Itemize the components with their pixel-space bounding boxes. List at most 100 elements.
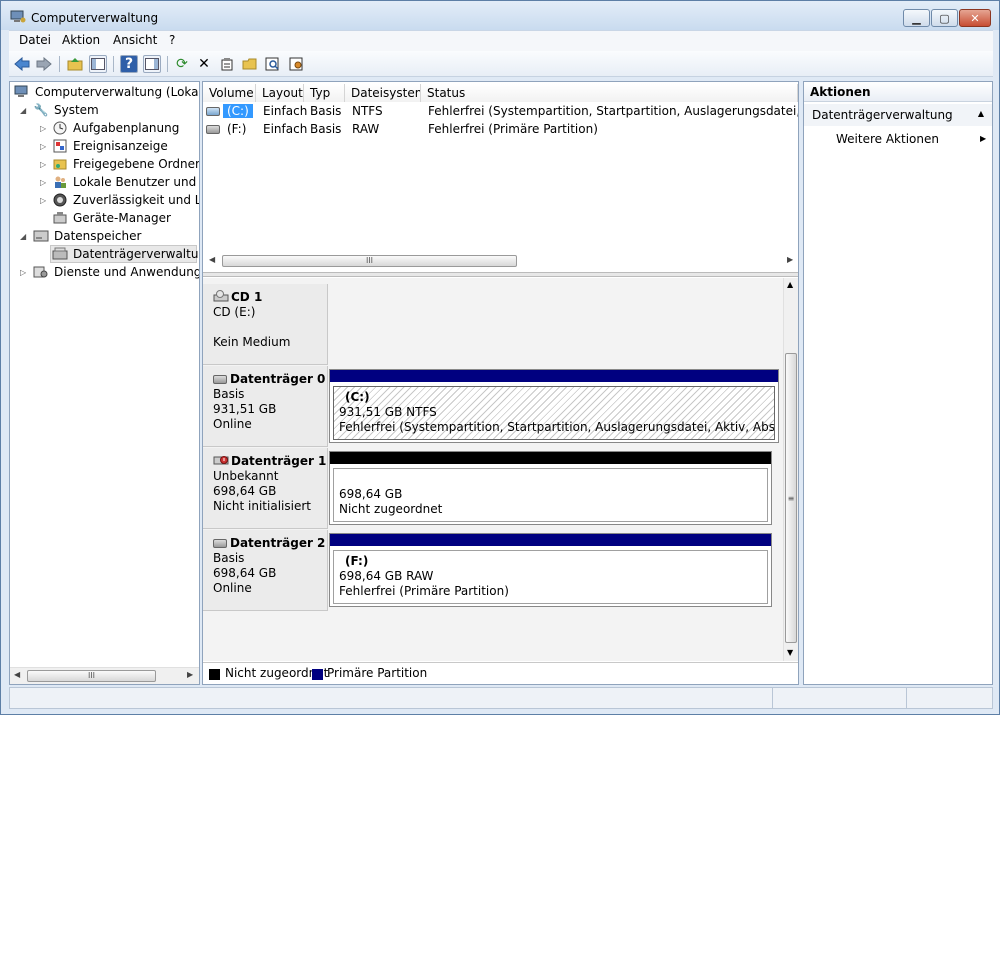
- tree-item-lokale-benutzer[interactable]: ▷ Lokale Benutzer und Gru: [10, 173, 199, 191]
- collapsed-triangle-icon[interactable]: ▷: [40, 142, 48, 151]
- actions-section-label: Datenträgerverwaltung: [812, 108, 953, 122]
- primary-partition-bar: [330, 370, 778, 382]
- tree-item-datentraegerverwaltung[interactable]: Datenträgerverwaltung: [50, 245, 199, 263]
- disk-info-cd1[interactable]: CD 1 CD (E:) Kein Medium: [203, 284, 328, 365]
- tree-item-geraete-manager[interactable]: Geräte-Manager: [10, 209, 199, 227]
- volume-fs: NTFS: [352, 104, 383, 118]
- scrollbar-thumb[interactable]: III: [222, 255, 517, 267]
- disk-view-vertical-scrollbar[interactable]: ▲ ≡ ▼: [783, 278, 798, 661]
- help-icon[interactable]: ?: [120, 55, 138, 73]
- volume-row[interactable]: (C:) Einfach Basis NTFS Fehlerfrei (Syst…: [203, 102, 798, 120]
- column-header-status[interactable]: Status: [421, 84, 798, 102]
- close-button[interactable]: ✕: [959, 9, 991, 27]
- toolbar-separator: [113, 56, 114, 72]
- up-folder-icon[interactable]: [66, 55, 84, 73]
- device-manager-icon: [52, 210, 68, 226]
- delete-icon[interactable]: ✕: [195, 55, 213, 73]
- search-icon[interactable]: [264, 55, 282, 73]
- volume-typ: Basis: [310, 104, 342, 118]
- disk-info-1[interactable]: Datenträger 1 Unbekannt 698,64 GB Nicht …: [203, 448, 328, 529]
- maximize-button[interactable]: ▢: [931, 9, 958, 27]
- unallocated-partition-bar: [330, 452, 771, 464]
- tree-item-label: Zuverlässigkeit und Leis: [73, 193, 199, 207]
- open-icon[interactable]: [241, 55, 259, 73]
- partition-status: Nicht zugeordnet: [339, 502, 443, 516]
- computer-management-icon: [10, 10, 26, 24]
- menu-datei[interactable]: Datei: [19, 33, 51, 47]
- tree-item-aufgabenplanung[interactable]: ▷ Aufgabenplanung: [10, 119, 199, 137]
- disk-error-icon: [213, 454, 229, 470]
- partition-size: 931,51 GB NTFS: [339, 405, 437, 419]
- title-bar[interactable]: Computerverwaltung ▁ ▢ ✕: [1, 1, 999, 30]
- toolbar-separator: [167, 56, 168, 72]
- tree-item-computerverwaltung[interactable]: Computerverwaltung (Lokal): [10, 83, 199, 101]
- partition-f[interactable]: (F:) 698,64 GB RAW Fehlerfrei (Primäre P…: [329, 533, 772, 607]
- collapsed-triangle-icon[interactable]: ▷: [40, 196, 48, 205]
- menu-help[interactable]: ?: [169, 33, 175, 47]
- legend-swatch-primary: [312, 669, 323, 680]
- tree-item-freigegebene-ordner[interactable]: ▷ Freigegebene Ordner: [10, 155, 199, 173]
- scroll-right-icon[interactable]: ▶: [787, 255, 793, 264]
- disk-info-0[interactable]: Datenträger 0 Basis 931,51 GB Online: [203, 366, 328, 447]
- services-icon: [33, 264, 49, 280]
- scroll-left-icon[interactable]: ◀: [14, 670, 20, 679]
- column-header-layout[interactable]: Layout: [256, 84, 304, 102]
- hard-disk-icon: [213, 375, 227, 384]
- disk-name: Datenträger 1: [231, 454, 327, 468]
- disk-management-icon: [52, 246, 68, 262]
- disk-line2: [213, 320, 327, 335]
- collapsed-triangle-icon[interactable]: ▷: [40, 160, 48, 169]
- expanded-triangle-icon[interactable]: ◢: [20, 232, 28, 241]
- scroll-up-icon[interactable]: ▲: [787, 280, 793, 289]
- scroll-down-icon[interactable]: ▼: [787, 648, 793, 657]
- properties-icon[interactable]: [218, 55, 236, 73]
- settings-icon[interactable]: [288, 55, 306, 73]
- scrollbar-thumb[interactable]: ≡: [785, 353, 797, 643]
- close-icon: ✕: [970, 11, 980, 25]
- pane-splitter[interactable]: [203, 272, 798, 277]
- show-hide-tree-icon[interactable]: [89, 55, 107, 73]
- scrollbar-thumb[interactable]: III: [27, 670, 156, 682]
- minimize-button[interactable]: ▁: [903, 9, 930, 27]
- volume-status: Fehlerfrei (Primäre Partition): [428, 122, 598, 136]
- forward-arrow-icon[interactable]: [35, 55, 53, 73]
- tree-item-datenspeicher[interactable]: ◢ Datenspeicher: [10, 227, 199, 245]
- volume-list-horizontal-scrollbar[interactable]: ◀ III ▶: [203, 253, 798, 270]
- volume-row[interactable]: (F:) Einfach Basis RAW Fehlerfrei (Primä…: [203, 120, 798, 138]
- collapse-up-icon[interactable]: ▲: [978, 109, 984, 118]
- partition-body: (C:) 931,51 GB NTFS Fehlerfrei (Systempa…: [333, 386, 775, 440]
- column-header-typ[interactable]: Typ: [304, 84, 345, 102]
- show-hide-action-pane-icon[interactable]: [143, 55, 161, 73]
- collapsed-triangle-icon[interactable]: ▷: [40, 178, 48, 187]
- disk-line1: Unbekannt: [213, 469, 279, 483]
- menu-aktion[interactable]: Aktion: [62, 33, 100, 47]
- back-arrow-icon[interactable]: [13, 55, 31, 73]
- status-divider: [906, 688, 907, 708]
- tree-item-label: Lokale Benutzer und Gru: [73, 175, 199, 189]
- tree-item-ereignisanzeige[interactable]: ▷ Ereignisanzeige: [10, 137, 199, 155]
- column-header-dateisystem[interactable]: Dateisystem: [345, 84, 421, 102]
- tree-item-system[interactable]: ◢ 🔧 System: [10, 101, 199, 119]
- event-viewer-icon: [52, 138, 68, 154]
- tree-item-dienste[interactable]: ▷ Dienste und Anwendungen: [10, 263, 199, 281]
- tree-item-label: Geräte-Manager: [73, 211, 171, 225]
- collapsed-triangle-icon[interactable]: ▷: [20, 268, 28, 277]
- tree-item-zuverlaessigkeit[interactable]: ▷ Zuverlässigkeit und Leis: [10, 191, 199, 209]
- partition-unallocated[interactable]: 698,64 GB Nicht zugeordnet: [329, 451, 772, 525]
- tools-icon: 🔧: [33, 103, 49, 117]
- partition-c[interactable]: (C:) 931,51 GB NTFS Fehlerfrei (Systempa…: [329, 369, 779, 443]
- primary-partition-bar: [330, 534, 771, 546]
- volume-name: (F:): [227, 122, 247, 136]
- weitere-aktionen-link[interactable]: Weitere Aktionen: [836, 132, 939, 146]
- scroll-left-icon[interactable]: ◀: [209, 255, 215, 264]
- menu-ansicht[interactable]: Ansicht: [113, 33, 157, 47]
- expanded-triangle-icon[interactable]: ◢: [20, 106, 28, 115]
- disk-info-2[interactable]: Datenträger 2 Basis 698,64 GB Online: [203, 530, 328, 611]
- tree-horizontal-scrollbar[interactable]: ◀ III ▶: [10, 667, 199, 684]
- refresh-icon[interactable]: ⟳: [173, 55, 191, 73]
- column-header-volume[interactable]: Volume: [203, 84, 256, 102]
- actions-section-datentraegerverwaltung[interactable]: Datenträgerverwaltung ▲: [804, 104, 992, 126]
- disk-line3: Online: [213, 581, 252, 595]
- collapsed-triangle-icon[interactable]: ▷: [40, 124, 48, 133]
- scroll-right-icon[interactable]: ▶: [187, 670, 193, 679]
